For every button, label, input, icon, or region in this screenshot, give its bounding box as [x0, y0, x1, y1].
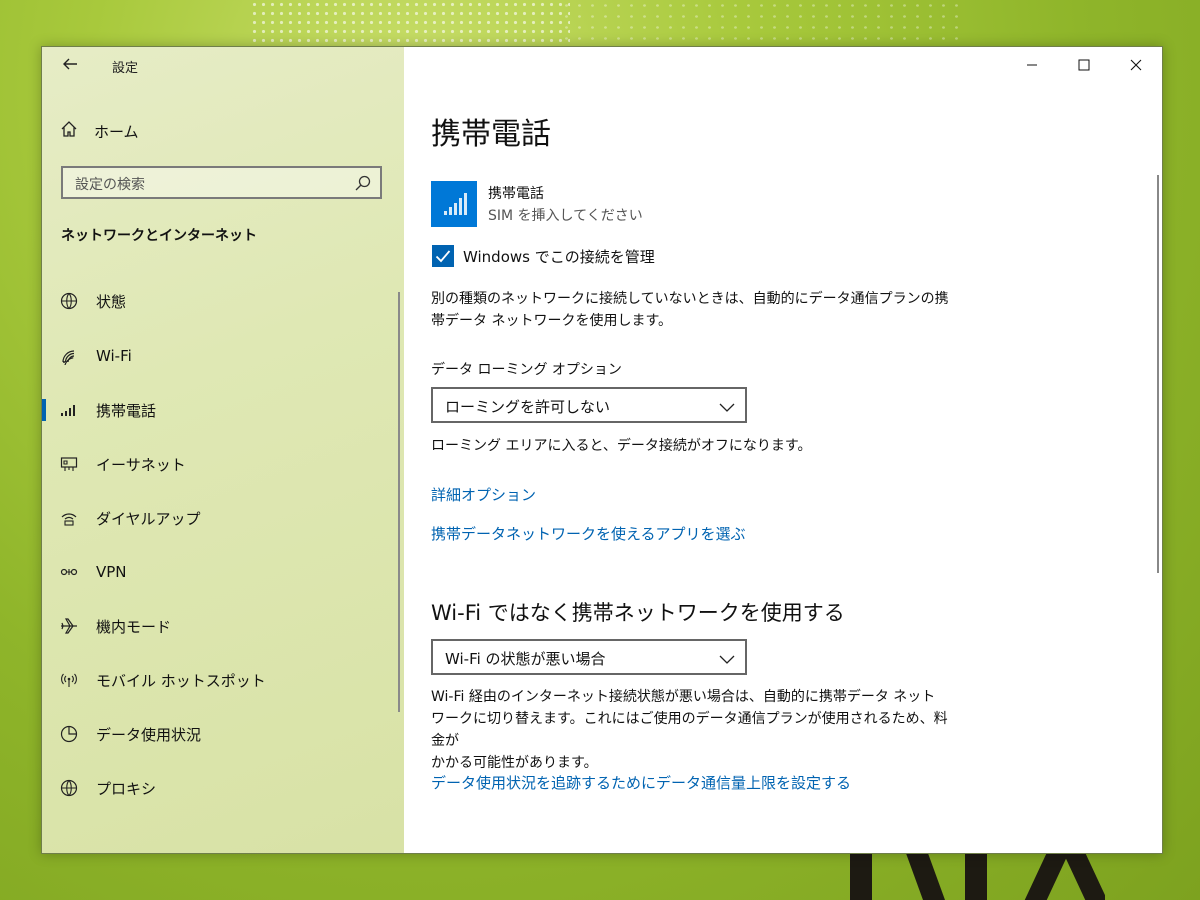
cellular-connection-name: 携帯電話: [488, 186, 544, 202]
choose-apps-link[interactable]: 携帯データネットワークを使えるアプリを選ぶ: [431, 523, 746, 544]
sidebar-item-label: モバイル ホットスポット: [96, 671, 266, 690]
wifi-description: Wi-Fi 経由のインターネット接続状態が悪い場合は、自動的に携帯データ ネット…: [431, 686, 951, 774]
sidebar-item-vpn[interactable]: VPN: [42, 552, 404, 592]
wifi-description-line: Wi-Fi 経由のインターネット接続状態が悪い場合は、自動的に携帯データ ネット: [431, 689, 936, 705]
cellular-connection-status: SIM を挿入してください: [488, 208, 643, 224]
search-placeholder: 設定の検索: [75, 177, 145, 193]
manage-connection-label: Windows でこの接続を管理: [463, 248, 655, 266]
window-title: 設定: [112, 61, 139, 76]
search-icon[interactable]: [354, 174, 372, 192]
section-title: ネットワークとインターネット: [61, 228, 257, 244]
wallpaper-dots: [250, 0, 570, 48]
roaming-description: ローミング エリアに入ると、データ接続がオフになります。: [431, 438, 812, 454]
maximize-button[interactable]: [1058, 47, 1110, 83]
cellular-icon: [59, 400, 79, 420]
content-scrollbar[interactable]: [1157, 175, 1159, 573]
sidebar-item-label: 状態: [96, 292, 127, 311]
minimize-button[interactable]: [1006, 47, 1058, 83]
vpn-icon: [59, 562, 79, 582]
manage-description-line: 帯データ ネットワークを使用します。: [431, 313, 673, 329]
checkmark-icon: [435, 250, 451, 263]
sidebar-item-data-usage[interactable]: データ使用状況: [42, 714, 404, 754]
sidebar-item-status[interactable]: 状態: [42, 281, 404, 321]
main-content: 携帯電話 携帯電話 SIM を挿入してください Windows でこの接続を管理…: [404, 47, 1162, 853]
settings-window: 設定 ホーム 設定の検索 ネットワークとインターネット 状態 Wi-Fi 携帯電…: [41, 46, 1163, 854]
chevron-down-icon: [719, 398, 735, 412]
data-usage-icon: [59, 724, 79, 744]
sidebar-item-wifi[interactable]: Wi-Fi: [42, 336, 404, 376]
dialup-icon: [59, 508, 79, 528]
wifi-description-line: かかる可能性があります。: [431, 755, 598, 771]
sidebar-item-label: Wi-Fi: [96, 347, 132, 365]
page-title: 携帯電話: [431, 117, 551, 152]
manage-connection-checkbox[interactable]: [432, 245, 454, 267]
sidebar-item-hotspot[interactable]: モバイル ホットスポット: [42, 660, 404, 700]
advanced-options-link[interactable]: 詳細オプション: [431, 484, 536, 505]
wifi-section-title: Wi-Fi ではなく携帯ネットワークを使用する: [431, 601, 845, 625]
hotspot-icon: [59, 670, 79, 690]
sidebar-item-label: イーサネット: [96, 455, 186, 474]
sidebar-item-ethernet[interactable]: イーサネット: [42, 444, 404, 484]
sidebar-item-label: 携帯電話: [96, 401, 157, 420]
sidebar-item-label: VPN: [96, 563, 127, 581]
close-button[interactable]: [1110, 47, 1162, 83]
sidebar-item-cellular[interactable]: 携帯電話: [42, 390, 404, 430]
home-label: ホーム: [94, 122, 139, 141]
chevron-down-icon: [719, 650, 735, 664]
sidebar-item-label: 機内モード: [96, 617, 172, 636]
wallpaper-dots-secondary: [560, 0, 960, 48]
globe-icon: [59, 291, 79, 311]
proxy-globe-icon: [59, 778, 79, 798]
sidebar-item-label: ダイヤルアップ: [96, 509, 201, 528]
caption-controls: [1006, 47, 1162, 83]
manage-description-line: 別の種類のネットワークに接続していないときは、自動的にデータ通信プランの携: [431, 291, 949, 307]
sidebar: 設定 ホーム 設定の検索 ネットワークとインターネット 状態 Wi-Fi 携帯電…: [42, 47, 404, 853]
sidebar-item-airplane[interactable]: 機内モード: [42, 606, 404, 646]
wifi-preference-selected: Wi-Fi の状態が悪い場合: [445, 650, 606, 668]
manage-description: 別の種類のネットワークに接続していないときは、自動的にデータ通信プランの携 帯デ…: [431, 288, 951, 332]
airplane-icon: [59, 616, 79, 636]
roaming-dropdown[interactable]: ローミングを許可しない: [431, 387, 747, 423]
ethernet-icon: [59, 454, 79, 474]
wallpaper-graphic: [845, 848, 1105, 900]
back-arrow-icon[interactable]: [58, 55, 82, 79]
home-link[interactable]: ホーム: [60, 119, 139, 143]
sidebar-item-dialup[interactable]: ダイヤルアップ: [42, 498, 404, 538]
roaming-selected: ローミングを許可しない: [445, 398, 611, 416]
wifi-description-line: ワークに切り替えます。これにはご使用のデータ通信プランが使用されるため、料金が: [431, 711, 948, 749]
sidebar-item-label: プロキシ: [96, 779, 157, 798]
roaming-label: データ ローミング オプション: [431, 362, 622, 378]
wifi-preference-dropdown[interactable]: Wi-Fi の状態が悪い場合: [431, 639, 747, 675]
wifi-icon: [59, 346, 79, 366]
home-icon: [60, 120, 78, 142]
cellular-signal-icon: [431, 181, 477, 227]
sidebar-item-label: データ使用状況: [96, 725, 202, 744]
set-data-limit-link[interactable]: データ使用状況を追跡するためにデータ通信量上限を設定する: [431, 772, 851, 793]
sidebar-item-proxy[interactable]: プロキシ: [42, 768, 404, 808]
settings-search-input[interactable]: 設定の検索: [61, 166, 382, 199]
